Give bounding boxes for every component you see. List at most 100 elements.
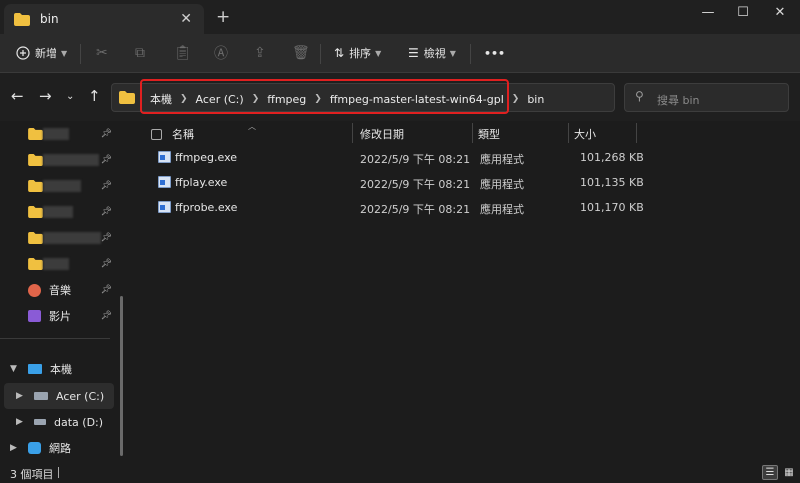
pin-icon[interactable]: 📌︎ xyxy=(101,285,112,295)
new-tab-button[interactable]: + xyxy=(216,7,230,27)
blurred-label xyxy=(43,258,69,270)
divider xyxy=(470,44,471,64)
file-name: ffplay.exe xyxy=(175,176,228,189)
sidebar-item-music[interactable]: 音樂 📌︎ xyxy=(0,277,118,303)
sidebar-item-label: 網路 xyxy=(49,442,71,455)
sidebar-item-drive-c[interactable]: ▶ Acer (C:) xyxy=(4,383,114,409)
column-divider[interactable] xyxy=(352,123,353,143)
share-icon[interactable]: ⇪ xyxy=(254,42,266,64)
view-list-icon: ☰ xyxy=(408,46,419,60)
blurred-label xyxy=(43,180,81,192)
pin-icon[interactable]: 📌︎ xyxy=(101,311,112,321)
chevron-down-icon: ▼ xyxy=(449,48,456,58)
sidebar-item-pinned-folder[interactable]: 📌︎ xyxy=(0,147,118,173)
file-type: 應用程式 xyxy=(480,153,524,166)
column-header-modified[interactable]: 修改日期 xyxy=(360,123,404,145)
close-tab-icon[interactable]: ✕ xyxy=(180,11,192,27)
sidebar-item-videos[interactable]: 影片 📌︎ xyxy=(0,303,118,329)
pin-icon[interactable]: 📌︎ xyxy=(101,207,112,217)
rename-icon[interactable]: Ⓐ xyxy=(214,42,228,64)
breadcrumb-bin[interactable]: bin xyxy=(527,93,544,106)
details-view-icon[interactable]: ☰ xyxy=(762,465,778,480)
pin-icon[interactable]: 📌︎ xyxy=(101,259,112,269)
chevron-down-icon: ▼ xyxy=(61,48,68,58)
exe-file-icon xyxy=(158,176,171,188)
sidebar-item-pinned-folder[interactable]: 📌︎ xyxy=(0,121,118,147)
tab-bin[interactable]: bin ✕ xyxy=(4,4,204,34)
forward-arrow-icon[interactable]: → xyxy=(39,87,52,105)
sidebar-item-pinned-folder[interactable]: 📌︎ xyxy=(0,251,118,277)
select-all-checkbox[interactable] xyxy=(151,128,162,140)
sidebar-item-this-pc[interactable]: ▼ 本機 xyxy=(0,356,118,382)
file-name: ffmpeg.exe xyxy=(175,151,238,164)
file-row[interactable]: ffprobe.exe 2022/5/9 下午 08:21 應用程式 101,1… xyxy=(128,196,800,220)
column-divider[interactable] xyxy=(472,123,473,143)
maximize-button[interactable]: ☐ xyxy=(725,0,761,24)
pin-icon[interactable]: 📌︎ xyxy=(101,181,112,191)
sidebar-item-drive-d[interactable]: ▶ data (D:) xyxy=(0,409,118,435)
chevron-right-icon[interactable]: ▶ xyxy=(16,391,23,401)
back-arrow-icon[interactable]: ← xyxy=(11,87,24,105)
sort-button[interactable]: ⇅ 排序 ▼ xyxy=(334,42,381,64)
exe-file-icon xyxy=(158,151,171,163)
item-count: 3 個項目 xyxy=(10,468,54,481)
file-size: 101,170 KB xyxy=(580,201,644,214)
sidebar-item-network[interactable]: ▶ 網路 xyxy=(0,435,118,461)
file-row[interactable]: ffplay.exe 2022/5/9 下午 08:21 應用程式 101,13… xyxy=(128,171,800,195)
up-arrow-icon[interactable]: ↑ xyxy=(88,87,101,105)
sidebar-item-label: data (D:) xyxy=(54,415,104,429)
search-icon: ⚲ xyxy=(635,89,644,103)
file-name: ffprobe.exe xyxy=(175,201,238,214)
column-name-label: 名稱 xyxy=(172,128,194,141)
file-size: 101,135 KB xyxy=(580,176,644,189)
sidebar-item-label: 本機 xyxy=(50,363,72,376)
pin-icon[interactable]: 📌︎ xyxy=(101,129,112,139)
divider xyxy=(58,467,59,478)
column-header-size[interactable]: 大小 xyxy=(574,123,596,145)
tiles-view-icon[interactable]: ▦ xyxy=(781,465,797,480)
cut-icon[interactable]: ✂ xyxy=(96,42,108,64)
close-button[interactable]: ✕ xyxy=(762,0,798,24)
column-header-name[interactable]: 名稱 xyxy=(151,123,194,145)
status-bar: 3 個項目 ☰ ▦ xyxy=(0,462,800,483)
view-button[interactable]: ☰ 檢視 ▼ xyxy=(408,42,456,64)
folder-icon xyxy=(28,206,43,218)
videos-icon xyxy=(28,310,41,322)
sidebar-scrollbar[interactable] xyxy=(120,296,123,456)
folder-icon xyxy=(28,154,43,166)
recent-locations-chevron-icon[interactable]: ⌄ xyxy=(66,91,74,102)
divider xyxy=(0,338,110,339)
sidebar-item-pinned-folder[interactable]: 📌︎ xyxy=(0,225,118,251)
delete-icon[interactable]: 🗑︎ xyxy=(292,42,310,64)
chevron-right-icon[interactable]: ▶ xyxy=(10,443,17,453)
search-box[interactable]: ⚲ 搜尋 bin xyxy=(624,83,789,112)
folder-icon xyxy=(14,12,30,26)
highlight-box xyxy=(140,79,509,114)
drive-icon xyxy=(34,419,46,425)
tab-title: bin xyxy=(40,12,59,26)
new-button[interactable]: 新增 ▼ xyxy=(16,42,67,64)
chevron-right-icon[interactable]: ▶ xyxy=(16,417,23,427)
file-row[interactable]: ffmpeg.exe 2022/5/9 下午 08:21 應用程式 101,26… xyxy=(128,146,800,170)
folder-icon xyxy=(119,91,135,104)
divider xyxy=(320,44,321,64)
divider xyxy=(80,44,81,64)
column-divider[interactable] xyxy=(568,123,569,143)
more-options-button[interactable]: ••• xyxy=(484,42,505,64)
sidebar-item-pinned-folder[interactable]: 📌︎ xyxy=(0,199,118,225)
chevron-down-icon[interactable]: ▼ xyxy=(10,364,17,374)
paste-icon[interactable]: 📋︎ xyxy=(174,42,192,64)
column-divider[interactable] xyxy=(636,123,637,143)
sidebar-item-pinned-folder[interactable]: 📌︎ xyxy=(0,173,118,199)
file-modified: 2022/5/9 下午 08:21 xyxy=(360,203,471,216)
chevron-right-icon[interactable]: ❯ xyxy=(512,94,520,104)
pin-icon[interactable]: 📌︎ xyxy=(101,155,112,165)
copy-icon[interactable]: ⧉ xyxy=(135,42,145,64)
title-bar: bin ✕ + — ☐ ✕ xyxy=(0,0,800,34)
column-header-type[interactable]: 類型 xyxy=(478,123,500,145)
view-button-label: 檢視 xyxy=(423,47,446,60)
sort-icon: ⇅ xyxy=(334,46,345,60)
folder-icon xyxy=(28,232,43,244)
pin-icon[interactable]: 📌︎ xyxy=(101,233,112,243)
minimize-button[interactable]: — xyxy=(690,0,726,24)
